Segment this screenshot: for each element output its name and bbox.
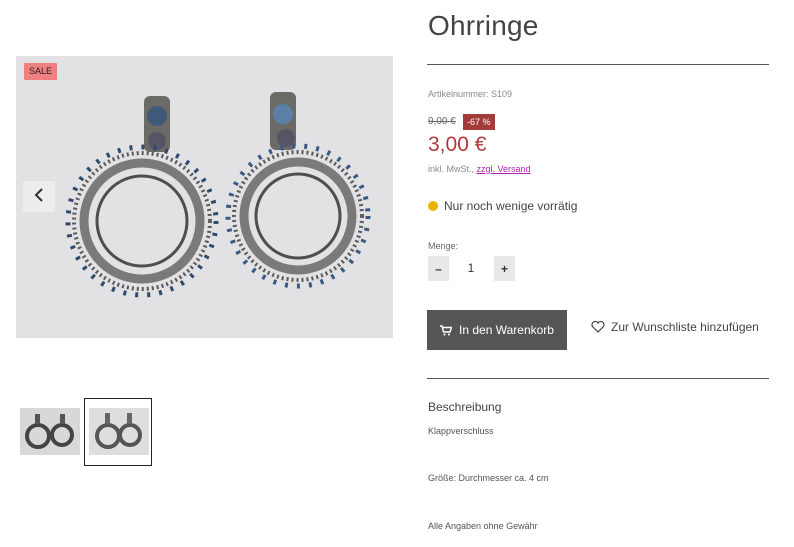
old-price: 9,00 € — [428, 116, 456, 127]
quantity-decrease-button[interactable]: – — [428, 256, 449, 281]
sale-badge: SALE — [24, 63, 58, 80]
description-heading: Beschreibung — [428, 400, 502, 414]
wishlist-label: Zur Wunschliste hinzufügen — [611, 320, 759, 334]
description-line: Klappverschluss — [428, 426, 494, 436]
current-price: 3,00 € — [428, 133, 487, 156]
tax-info-text: inkl. MwSt., — [428, 164, 477, 174]
earrings-thumbnail-image — [20, 408, 80, 455]
add-to-cart-button[interactable]: In den Warenkorb — [427, 310, 567, 350]
quantity-input[interactable]: 1 — [452, 256, 490, 281]
description-line: Größe: Durchmesser ca. 4 cm — [428, 473, 549, 483]
cart-icon — [440, 324, 453, 336]
add-to-cart-label: In den Warenkorb — [459, 323, 554, 337]
thumbnail-2[interactable] — [89, 408, 149, 455]
earrings-thumbnail-image — [89, 408, 149, 455]
previous-image-button[interactable] — [23, 181, 55, 212]
article-number: Artikelnummer: S109 — [428, 89, 513, 99]
description-line: Alle Angaben ohne Gewähr — [428, 521, 538, 531]
product-title: Ohrringe — [428, 10, 539, 41]
tax-info: inkl. MwSt., zzgl. Versand — [428, 164, 531, 174]
earrings-photo — [16, 56, 393, 338]
quantity-label: Menge: — [428, 241, 459, 251]
shipping-link[interactable]: zzgl. Versand — [477, 164, 531, 174]
divider — [427, 378, 769, 379]
discount-badge: -67 % — [463, 114, 495, 130]
heart-icon — [591, 321, 605, 333]
stock-status-dot — [428, 201, 438, 211]
add-to-wishlist-link[interactable]: Zur Wunschliste hinzufügen — [591, 320, 759, 334]
stock-status: Nur noch wenige vorrätig — [444, 199, 578, 213]
divider — [427, 64, 769, 65]
product-main-image[interactable] — [16, 56, 393, 338]
chevron-left-icon — [34, 188, 44, 205]
thumbnail-1[interactable] — [20, 408, 80, 455]
quantity-increase-button[interactable]: + — [494, 256, 515, 281]
